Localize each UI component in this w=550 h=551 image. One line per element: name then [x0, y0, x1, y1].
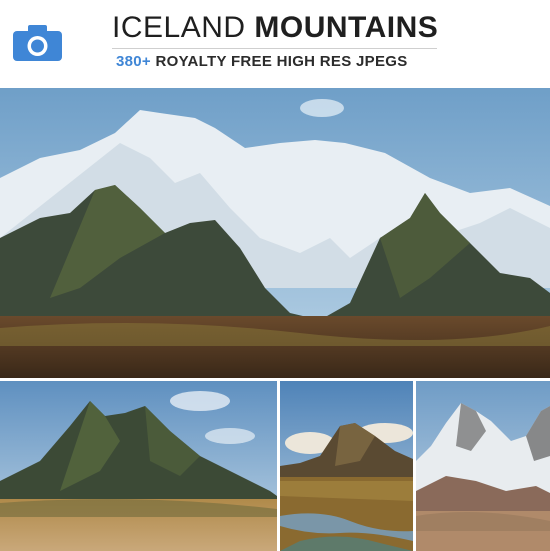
title-bold: MOUNTAINS — [254, 11, 439, 44]
subtitle: 380+ ROYALTY FREE HIGH RES JPEGS — [116, 52, 446, 72]
subtitle-count: 380+ — [116, 53, 151, 70]
thumbnail-photo-1 — [0, 381, 277, 551]
header: ICELAND MOUNTAINS 380+ ROYALTY FREE HIGH… — [0, 0, 550, 88]
page-title: ICELAND MOUNTAINS — [112, 10, 442, 46]
hero-photo — [0, 88, 550, 378]
subtitle-text: ROYALTY FREE HIGH RES JPEGS — [155, 53, 408, 70]
title-divider — [112, 48, 437, 49]
thumbnail-photo-3 — [416, 381, 550, 551]
title-light: ICELAND — [112, 11, 246, 44]
camera-icon — [13, 25, 62, 61]
thumbnail-photo-2 — [280, 381, 413, 551]
